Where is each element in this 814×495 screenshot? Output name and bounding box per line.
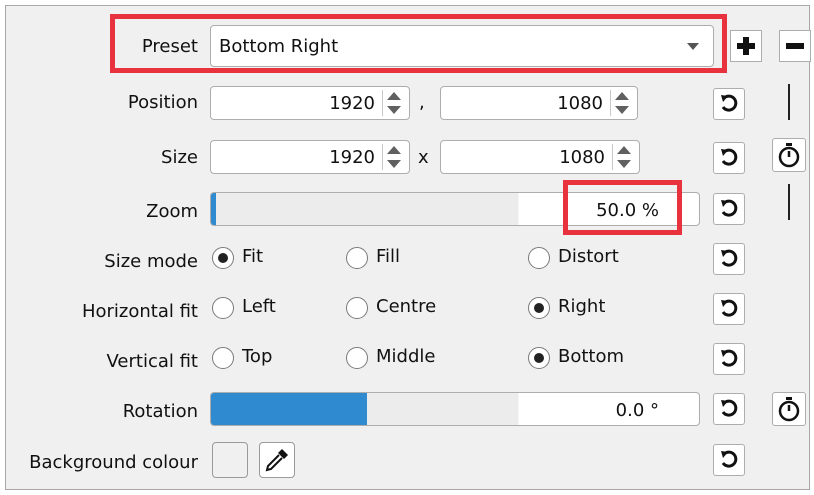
horizontal-fit-centre-label: Centre: [376, 296, 437, 317]
preset-highlight: [110, 14, 727, 73]
position-x-value: 1920: [329, 93, 375, 114]
reset-icon: [721, 249, 738, 267]
rotation-label: Rotation: [122, 401, 198, 422]
size-w-stepper[interactable]: [382, 144, 405, 170]
radio-selected-dot: [218, 253, 228, 263]
rotation-keyframe-button[interactable]: [772, 392, 806, 426]
horizontal-fit-reset-button[interactable]: [713, 293, 745, 325]
size-w-input[interactable]: 1920: [210, 140, 410, 174]
vertical-fit-label: Vertical fit: [106, 351, 199, 372]
position-y-stepper[interactable]: [610, 90, 633, 116]
reset-icon: [721, 94, 738, 112]
stopwatch-icon: [778, 397, 800, 422]
reset-icon: [721, 349, 738, 367]
remove-preset-button[interactable]: [779, 30, 811, 62]
plus-icon: [737, 37, 755, 55]
vertical-fit-top-label: Top: [242, 346, 273, 367]
background-colour-label: Background colour: [29, 452, 198, 473]
stopwatch-icon: [778, 143, 800, 168]
zoom-highlight: [563, 180, 682, 235]
zoom-reset-button[interactable]: [713, 193, 745, 225]
size-mode-distort-label: Distort: [558, 246, 619, 267]
size-w-value: 1920: [329, 147, 375, 168]
horizontal-fit-right-label: Right: [558, 296, 606, 317]
position-y-value: 1080: [557, 93, 603, 114]
rotation-reset-button[interactable]: [713, 393, 745, 425]
size-label: Size: [161, 147, 198, 168]
vertical-fit-bottom-label: Bottom: [558, 346, 625, 367]
size-separator: x: [418, 147, 429, 168]
vertical-fit-reset-button[interactable]: [713, 343, 745, 375]
vertical-fit-middle-label: Middle: [376, 346, 436, 367]
horizontal-fit-left-label: Left: [242, 296, 276, 317]
position-reset-button[interactable]: [713, 88, 745, 120]
link-line-bottom: [788, 184, 790, 220]
background-colour-swatch[interactable]: [212, 442, 248, 478]
eyedropper-button[interactable]: [259, 442, 295, 478]
position-label: Position: [127, 92, 198, 113]
reset-icon: [721, 199, 738, 217]
position-x-stepper[interactable]: [382, 90, 405, 116]
link-line-top: [788, 84, 790, 120]
size-mode-reset-button[interactable]: [713, 243, 745, 275]
rotation-slider-fill: [211, 393, 367, 425]
reset-icon: [721, 450, 738, 468]
radio-selected-dot: [534, 303, 544, 313]
reset-icon: [721, 299, 738, 317]
size-reset-button[interactable]: [713, 142, 745, 174]
size-mode-label: Size mode: [104, 251, 198, 272]
position-separator: ,: [419, 92, 425, 113]
horizontal-fit-label: Horizontal fit: [81, 301, 198, 322]
size-h-value: 1080: [559, 147, 605, 168]
zoom-slider-fill: [211, 193, 216, 225]
rotation-slider[interactable]: 0.0 °: [210, 392, 700, 426]
radio-selected-dot: [534, 353, 544, 363]
minus-icon: [786, 43, 804, 49]
reset-icon: [721, 399, 738, 417]
position-size-zoom-keyframe-button[interactable]: [772, 138, 806, 172]
size-h-input[interactable]: 1080: [440, 140, 640, 174]
position-y-input[interactable]: 1080: [440, 86, 638, 120]
background-reset-button[interactable]: [713, 444, 745, 476]
reset-icon: [721, 148, 738, 166]
rotation-value: 0.0 °: [615, 400, 659, 421]
size-mode-fit-label: Fit: [242, 246, 264, 267]
add-preset-button[interactable]: [730, 30, 762, 62]
size-h-stepper[interactable]: [612, 144, 635, 170]
eyedropper-icon: [265, 449, 288, 472]
size-mode-fill-label: Fill: [376, 246, 401, 267]
zoom-label: Zoom: [146, 201, 198, 222]
position-x-input[interactable]: 1920: [210, 86, 410, 120]
